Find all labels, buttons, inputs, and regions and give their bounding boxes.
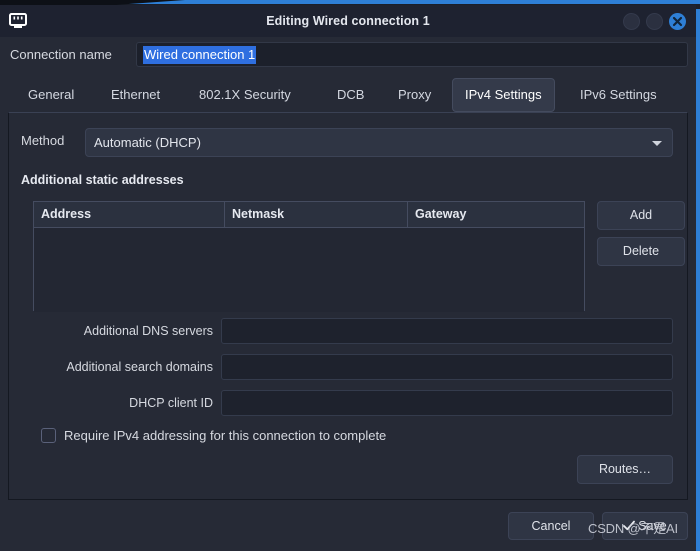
title-bar[interactable]: Editing Wired connection 1 (0, 5, 696, 37)
connection-name-value: Wired connection 1 (143, 46, 257, 64)
tab-ipv4-settings[interactable]: IPv4 Settings (452, 78, 555, 112)
tab-bar: General Ethernet 802.1X Security DCB Pro… (0, 78, 696, 112)
dialog-window: Editing Wired connection 1 Connection na… (0, 0, 700, 551)
tab-802-1x-security[interactable]: 802.1X Security (187, 78, 303, 112)
tab-proxy[interactable]: Proxy (386, 78, 443, 112)
method-dropdown[interactable]: Automatic (DHCP) (85, 128, 673, 157)
check-icon (623, 520, 636, 531)
window-title: Editing Wired connection 1 (266, 14, 430, 28)
search-domains-input[interactable] (221, 354, 673, 380)
close-button[interactable] (669, 13, 686, 30)
dns-servers-input[interactable] (221, 318, 673, 344)
static-addresses-table[interactable]: Address Netmask Gateway (33, 201, 585, 312)
column-header-address[interactable]: Address (34, 202, 224, 227)
routes-button[interactable]: Routes… (577, 455, 673, 484)
dhcp-client-id-input[interactable] (221, 390, 673, 416)
connection-name-label: Connection name (10, 47, 112, 62)
save-button[interactable]: Save (602, 512, 688, 540)
minimize-button[interactable] (623, 13, 640, 30)
ipv4-settings-panel: Method Automatic (DHCP) Additional stati… (8, 112, 688, 500)
table-body-empty[interactable] (34, 228, 584, 312)
add-address-button[interactable]: Add (597, 201, 685, 230)
column-header-gateway[interactable]: Gateway (408, 202, 584, 227)
column-header-netmask[interactable]: Netmask (225, 202, 407, 227)
tab-ethernet[interactable]: Ethernet (99, 78, 172, 112)
require-ipv4-label: Require IPv4 addressing for this connect… (64, 428, 387, 443)
tab-dcb[interactable]: DCB (325, 78, 376, 112)
maximize-button[interactable] (646, 13, 663, 30)
table-header-row: Address Netmask Gateway (34, 202, 584, 228)
dhcp-client-id-label: DHCP client ID (129, 396, 213, 410)
connection-name-row: Connection name Wired connection 1 (0, 40, 696, 70)
tab-ipv6-settings[interactable]: IPv6 Settings (568, 78, 669, 112)
cancel-button[interactable]: Cancel (508, 512, 594, 540)
static-addresses-title: Additional static addresses (21, 173, 184, 187)
delete-address-button[interactable]: Delete (597, 237, 685, 266)
tab-general[interactable]: General (16, 78, 86, 112)
search-domains-label: Additional search domains (66, 360, 213, 374)
chevron-down-icon (652, 141, 662, 146)
save-button-label: Save (638, 519, 667, 533)
require-ipv4-checkbox[interactable] (41, 428, 56, 443)
connection-name-input[interactable]: Wired connection 1 (136, 42, 688, 67)
window-accent-border-right (696, 0, 700, 551)
method-value: Automatic (DHCP) (94, 135, 201, 150)
dns-servers-label: Additional DNS servers (83, 324, 213, 338)
method-label: Method (21, 133, 65, 148)
close-icon (672, 16, 683, 27)
